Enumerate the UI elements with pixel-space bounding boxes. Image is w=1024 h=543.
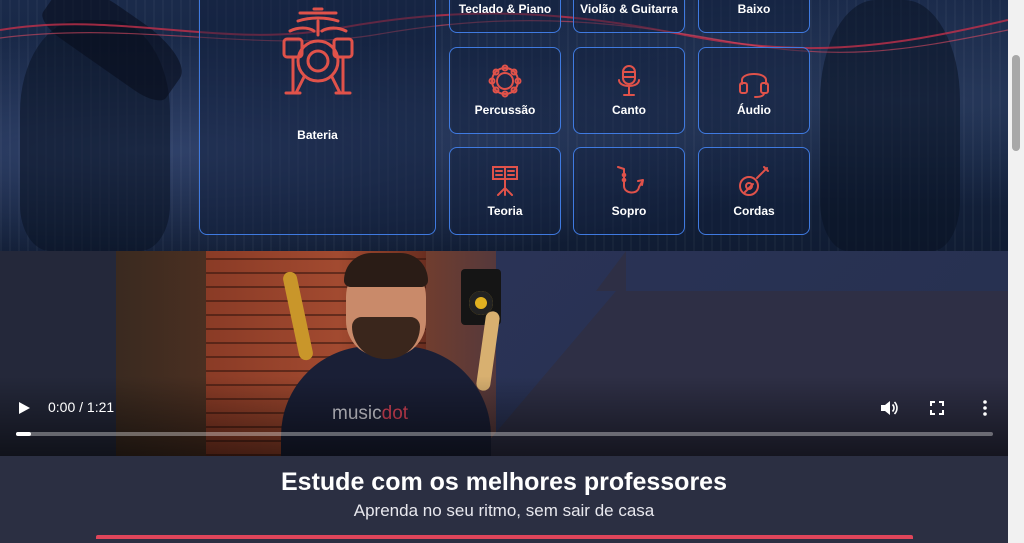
category-label: Violão & Guitarra — [580, 2, 678, 16]
section-subtitle: Aprenda no seu ritmo, sem sair de casa — [353, 501, 655, 520]
play-icon[interactable] — [17, 401, 31, 420]
presenter-hair — [344, 253, 428, 287]
page-scrollbar[interactable] — [1008, 0, 1024, 543]
headphones-icon — [737, 64, 771, 101]
drum-kit-icon — [270, 5, 366, 104]
tambourine-icon — [488, 64, 522, 101]
video-time: 0:00 / 1:21 — [48, 399, 115, 415]
category-label: Teoria — [487, 204, 523, 218]
section-accent-bar — [96, 535, 913, 539]
fullscreen-icon[interactable] — [930, 401, 944, 420]
category-card-baixo[interactable]: Baixo — [698, 0, 810, 33]
category-label: Bateria — [297, 128, 338, 142]
shape — [596, 251, 626, 291]
music-stand-icon — [488, 164, 522, 201]
category-label: Canto — [612, 103, 646, 117]
category-label: Áudio — [737, 103, 771, 117]
category-card-teoria[interactable]: Teoria — [449, 147, 561, 235]
category-label: Baixo — [737, 2, 771, 16]
section-title: Estude com os melhores professores — [281, 468, 727, 496]
ukulele-icon — [737, 164, 771, 201]
volume-icon[interactable] — [880, 399, 898, 422]
cta-section: Estude com os melhores professores Apren… — [0, 456, 1008, 543]
video-player[interactable]: musicdot 0:00 / 1:21 — [0, 251, 1008, 456]
category-card-violao-guitarra[interactable]: Violão & Guitarra — [573, 0, 685, 33]
video-progress-fill — [16, 432, 31, 436]
category-label: Sopro — [611, 204, 647, 218]
scrollbar-thumb[interactable] — [1012, 55, 1020, 151]
controls-gradient — [0, 376, 1008, 456]
category-card-percussao[interactable]: Percussão — [449, 47, 561, 134]
microphone-icon — [612, 64, 646, 101]
category-label: Teclado & Piano — [458, 2, 552, 16]
category-card-audio[interactable]: Áudio — [698, 47, 810, 134]
video-progress-bar[interactable] — [16, 432, 993, 436]
category-card-teclado-piano[interactable]: Teclado & Piano — [449, 0, 561, 33]
category-card-sopro[interactable]: Sopro — [573, 147, 685, 235]
category-card-bateria[interactable]: Bateria — [199, 0, 436, 235]
saxophone-icon — [612, 164, 646, 201]
more-vert-icon[interactable] — [982, 400, 988, 421]
category-label: Percussão — [474, 103, 536, 117]
category-card-cordas[interactable]: Cordas — [698, 147, 810, 235]
category-card-canto[interactable]: Canto — [573, 47, 685, 134]
hero-section: Bateria Teclado & Piano Violão & Guitarr… — [0, 0, 1008, 251]
category-label: Cordas — [733, 204, 775, 218]
